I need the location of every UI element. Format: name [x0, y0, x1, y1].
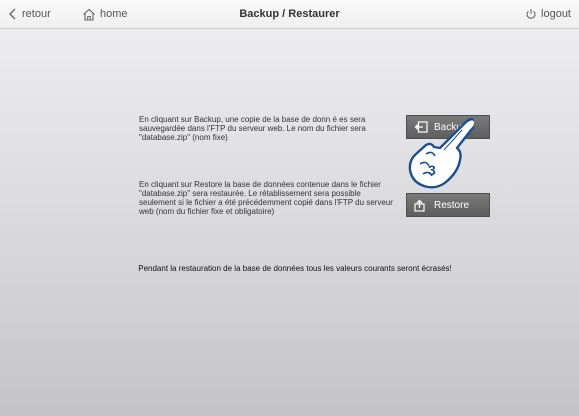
step-number: 3	[428, 162, 436, 178]
restore-button[interactable]: Restore	[406, 193, 490, 217]
restore-button-label: Restore	[434, 199, 470, 211]
restore-warning: Pendant la restauration de la base de do…	[138, 264, 452, 273]
logout-label: logout	[541, 8, 571, 20]
backup-description: En cliquant sur Backup, une copie de la …	[139, 115, 366, 142]
page-title: Backup / Restaurer	[239, 8, 340, 20]
logout-button[interactable]: logout	[525, 0, 571, 28]
top-bar: retour home Backup / Restaurer logout	[0, 0, 579, 29]
power-icon	[526, 9, 536, 19]
restore-description: En cliquant sur Restore la base de donné…	[139, 180, 393, 216]
pointing-hand-icon: 3	[408, 118, 474, 189]
restore-icon	[414, 199, 428, 212]
